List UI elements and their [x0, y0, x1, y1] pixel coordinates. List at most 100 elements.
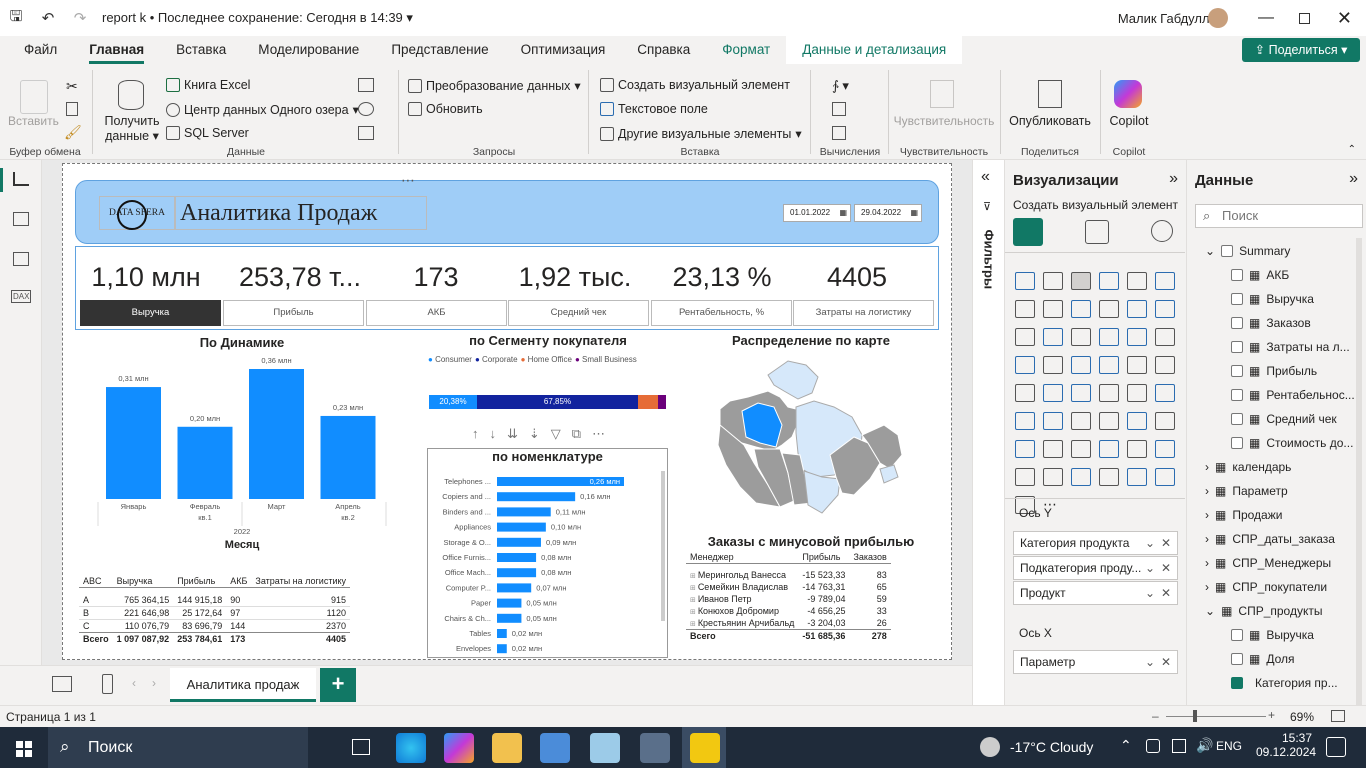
field-item[interactable]: ▦ АКБ: [1231, 268, 1289, 282]
onelake-button[interactable]: Центр данных Одного озера ▾: [166, 102, 359, 117]
visual-type-icon[interactable]: [1127, 440, 1147, 458]
collapse-ribbon-icon[interactable]: ⌃: [1348, 144, 1356, 155]
document-title[interactable]: report k • Последнее сохранение: Сегодня…: [102, 10, 413, 26]
tab-help[interactable]: Справка: [621, 36, 706, 64]
visual-type-icon[interactable]: [1043, 468, 1063, 486]
visual-type-icon[interactable]: [1099, 356, 1119, 374]
tab-data-drill[interactable]: Данные и детализация: [786, 36, 963, 64]
visual-type-icon[interactable]: [1099, 300, 1119, 318]
visual-header-icons[interactable]: ↑↓⇊⇣▽⧉⋯: [472, 426, 616, 442]
volume-icon[interactable]: 🔊: [1196, 737, 1213, 754]
visual-type-icon[interactable]: [1099, 440, 1119, 458]
visual-type-icon[interactable]: [1099, 328, 1119, 346]
visual-type-icon[interactable]: [1127, 356, 1147, 374]
save-icon[interactable]: 🖫: [0, 0, 32, 36]
visual-type-icon[interactable]: [1155, 384, 1175, 402]
zoom-slider[interactable]: [1166, 716, 1266, 717]
visual-type-icon[interactable]: [1155, 272, 1175, 290]
share-button[interactable]: ⇪ Поделиться ▾: [1242, 38, 1360, 62]
app-icon[interactable]: [590, 733, 620, 763]
transform-data-button[interactable]: Преобразование данных ▾: [408, 78, 581, 93]
legend-item[interactable]: ● Consumer: [428, 355, 472, 364]
table-item[interactable]: › ▦ СПР_даты_заказа: [1205, 532, 1335, 546]
sensitivity-button[interactable]: Чувствительность: [890, 114, 998, 128]
kpi-button-avg-check[interactable]: Средний чек: [508, 300, 649, 326]
visual-type-icon[interactable]: [1127, 328, 1147, 346]
date-to-input[interactable]: 29.04.2022 ▦: [854, 204, 922, 222]
new-visual-button[interactable]: Создать визуальный элемент: [600, 78, 790, 92]
table-header[interactable]: Прибыль: [798, 551, 849, 564]
visual-type-icon[interactable]: [1099, 412, 1119, 430]
tray-chevron-icon[interactable]: ⌃: [1120, 737, 1132, 754]
table-header[interactable]: Менеджер: [686, 551, 798, 564]
enter-data-icon[interactable]: [358, 78, 374, 92]
calc-column-icon[interactable]: [832, 126, 846, 140]
visual-type-icon[interactable]: [1071, 440, 1091, 458]
kpi-button-margin[interactable]: Рентабельность, %: [651, 300, 792, 326]
table-header[interactable]: Затраты на логистику: [251, 575, 350, 588]
visual-type-icon[interactable]: [1015, 384, 1035, 402]
taskbar-search[interactable]: Поиск: [48, 727, 308, 768]
visual-type-icon[interactable]: [1071, 272, 1091, 290]
minimize-icon[interactable]: —: [1258, 9, 1274, 27]
visual-type-icon[interactable]: [1043, 412, 1063, 430]
visual-type-icon[interactable]: [1099, 272, 1119, 290]
field-item[interactable]: ▦ Выручка: [1231, 292, 1314, 306]
dax-query-icon[interactable]: DAX: [11, 290, 32, 303]
field-well-y-2[interactable]: Подкатегория проду... ⌄ ✕: [1013, 556, 1178, 580]
page-tab-analytics[interactable]: Аналитика продаж: [170, 668, 316, 702]
tab-modeling[interactable]: Моделирование: [242, 36, 375, 64]
rdp-icon[interactable]: [640, 733, 670, 763]
visual-type-icon[interactable]: [1155, 468, 1175, 486]
desktop-layout-icon[interactable]: [52, 676, 72, 692]
copilot-button[interactable]: Copilot: [1102, 114, 1156, 128]
scrollbar[interactable]: [661, 471, 665, 621]
clock[interactable]: 15:37 09.12.2024: [1256, 731, 1316, 759]
visual-type-icon[interactable]: [1155, 356, 1175, 374]
paste-button[interactable]: Вставить: [8, 114, 59, 128]
table-item[interactable]: › ▦ СПР_Менеджеры: [1205, 556, 1331, 570]
filters-pane-collapsed[interactable]: « ⊽ Фильтры: [972, 160, 1004, 705]
table-header[interactable]: АКБ: [226, 575, 251, 588]
visual-type-icon[interactable]: [1155, 300, 1175, 318]
weather-text[interactable]: -17°C Cloudy: [1010, 739, 1093, 755]
zoom-out-icon[interactable]: –: [1152, 709, 1159, 723]
display-icon[interactable]: [1172, 739, 1186, 753]
field-item[interactable]: ▦ Стоимость до...: [1231, 436, 1353, 450]
undo-icon[interactable]: ↶: [32, 0, 64, 36]
field-item[interactable]: ▦ Доля: [1231, 652, 1295, 666]
copy-icon[interactable]: [66, 102, 78, 116]
new-measure-icon[interactable]: ∱ ▾: [832, 78, 849, 94]
field-item[interactable]: ▦ Прибыль: [1231, 364, 1317, 378]
prev-page-icon[interactable]: ‹: [132, 676, 136, 690]
format-visual-tab-icon[interactable]: [1085, 220, 1109, 244]
filters-label[interactable]: Фильтры: [982, 230, 997, 290]
get-data-button[interactable]: Получить данные ▾: [102, 114, 162, 144]
format-painter-icon[interactable]: 🖌: [64, 124, 82, 141]
table-summary[interactable]: ⌄ Summary: [1205, 244, 1290, 258]
visual-type-icon[interactable]: [1127, 300, 1147, 318]
visual-type-icon[interactable]: [1155, 412, 1175, 430]
build-visual-tab[interactable]: [1013, 218, 1043, 246]
add-page-button[interactable]: +: [320, 668, 356, 702]
tab-format[interactable]: Формат: [706, 36, 786, 64]
tab-insert[interactable]: Вставка: [160, 36, 242, 64]
next-page-icon[interactable]: ›: [152, 676, 156, 690]
network-icon[interactable]: [1146, 739, 1160, 753]
visual-type-icon[interactable]: [1015, 300, 1035, 318]
more-visuals-button[interactable]: Другие визуальные элементы ▾: [600, 126, 802, 141]
cut-icon[interactable]: ✂: [66, 78, 78, 95]
visual-type-icon[interactable]: [1015, 328, 1035, 346]
visual-type-icon[interactable]: [1127, 272, 1147, 290]
close-icon[interactable]: ✕: [1337, 8, 1352, 29]
task-view-icon[interactable]: [352, 739, 370, 755]
redo-icon[interactable]: ↷: [64, 0, 96, 36]
segment-chart-card[interactable]: по Сегменту покупателя ● Consumer ● Corpo…: [426, 333, 670, 418]
nomenclature-chart-card[interactable]: по номенклатуре Telephones ... 0,26 млн Co…: [427, 448, 668, 658]
visual-type-icon[interactable]: [1015, 440, 1035, 458]
language-indicator[interactable]: ENG: [1216, 739, 1242, 753]
search-input[interactable]: Поиск: [1195, 204, 1363, 228]
analytics-tab-icon[interactable]: [1151, 220, 1173, 242]
visual-type-icon[interactable]: [1015, 412, 1035, 430]
excel-button[interactable]: Книга Excel: [166, 78, 250, 92]
